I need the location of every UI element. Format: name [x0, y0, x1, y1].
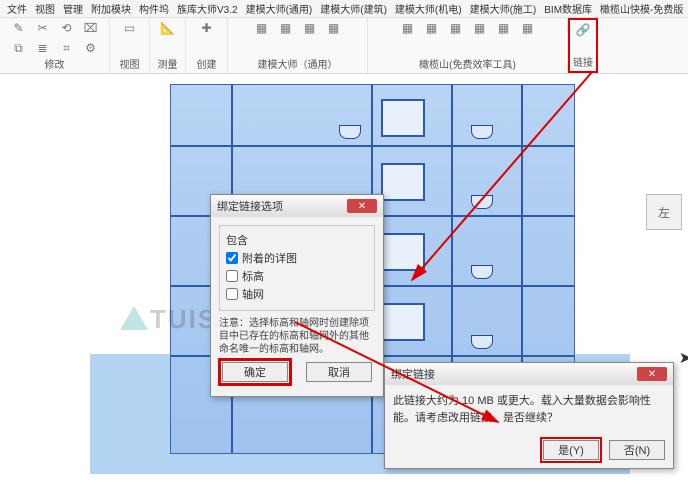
dialog-titlebar[interactable]: 绑定链接选项 ✕ — [211, 195, 383, 217]
dialog-title: 绑定链接 — [391, 366, 435, 382]
cancel-button[interactable]: 取消 — [306, 362, 372, 382]
ribbon-group-label: 创建 — [197, 56, 217, 71]
tool-icon[interactable]: ⌗ — [57, 40, 77, 56]
checkbox-input[interactable] — [226, 252, 238, 264]
checkbox-label: 附着的详图 — [242, 250, 297, 266]
menu-item[interactable]: 建模大师(机电) — [392, 1, 465, 16]
watermark-icon — [120, 306, 148, 330]
tool-icon[interactable]: ▦ — [276, 20, 296, 36]
tool-icon[interactable]: ▦ — [252, 20, 272, 36]
tool-icon[interactable]: ▦ — [446, 20, 466, 36]
menu-item[interactable]: 视图 — [32, 1, 58, 16]
tool-icon[interactable]: ▦ — [422, 20, 442, 36]
tool-icon[interactable]: ⧉ — [9, 40, 29, 56]
tool-icon[interactable]: ▦ — [470, 20, 490, 36]
yes-button[interactable]: 是(Y) — [543, 440, 599, 460]
dialog-message: 此链接大约为 10 MB 或更大。载入大量数据会影响性能。请考虑改用链接。是否继… — [393, 393, 665, 426]
menu-item[interactable]: 管理 — [60, 1, 86, 16]
ribbon: ✎✂⟲⌧⧉≣⌗⚙ 修改 ▭ 视图 📐 测量 ✚ 创建 ▦▦▦▦ 建模大师（通用）… — [0, 18, 688, 74]
ribbon-group-measure: 📐 测量 — [150, 18, 186, 73]
checkbox-input[interactable] — [226, 288, 238, 300]
ribbon-group-link[interactable]: 🔗 链接 — [568, 18, 598, 73]
ok-button[interactable]: 确定 — [222, 362, 288, 382]
tool-icon[interactable]: ✂ — [33, 20, 53, 36]
menu-item[interactable]: 构件坞 — [136, 1, 172, 16]
include-group: 包含 附着的详图 标高 轴网 — [219, 225, 375, 311]
ribbon-group-label: 建模大师（通用） — [258, 56, 338, 71]
ribbon-group-gls: ▦▦▦▦▦▦ 橄榄山(免费效率工具) — [368, 18, 568, 73]
menu-item[interactable]: 建模大师(建筑) — [317, 1, 390, 16]
tool-icon[interactable]: ▦ — [324, 20, 344, 36]
menu-item[interactable]: 建模大师(施工) — [467, 1, 540, 16]
checkbox-detail[interactable]: 附着的详图 — [226, 250, 368, 266]
group-label: 包含 — [226, 232, 368, 248]
dialog-note: 注意：选择标高和轴网时创建除项目中已存在的标高和轴网外的其他命名唯一的标高和轴网… — [219, 317, 375, 356]
view-cube[interactable]: 左 — [646, 194, 682, 230]
dialog-titlebar[interactable]: 绑定链接 ✕ — [385, 363, 673, 385]
menu-item[interactable]: 文件 — [4, 1, 30, 16]
ribbon-group-master: ▦▦▦▦ 建模大师（通用） — [228, 18, 368, 73]
checkbox-grid[interactable]: 轴网 — [226, 286, 368, 302]
tool-icon[interactable]: ⟲ — [57, 20, 77, 36]
ribbon-group-view: ▭ 视图 — [110, 18, 150, 73]
ribbon-group-label: 橄榄山(免费效率工具) — [419, 56, 516, 71]
ribbon-group-label: 链接 — [573, 54, 593, 69]
tool-icon[interactable]: ✚ — [197, 20, 217, 36]
menu-bar: 文件 视图 管理 附加模块 构件坞 族库大师V3.2 建模大师(通用) 建模大师… — [0, 0, 688, 18]
bind-link-confirm-dialog: 绑定链接 ✕ 此链接大约为 10 MB 或更大。载入大量数据会影响性能。请考虑改… — [384, 362, 674, 469]
tool-icon[interactable]: ▦ — [300, 20, 320, 36]
ribbon-group-label: 视图 — [120, 56, 140, 71]
close-icon[interactable]: ✕ — [347, 199, 377, 213]
tool-icon[interactable]: ▦ — [398, 20, 418, 36]
checkbox-label: 轴网 — [242, 286, 264, 302]
checkbox-input[interactable] — [226, 270, 238, 282]
dialog-title: 绑定链接选项 — [217, 198, 283, 214]
ribbon-group-label: 测量 — [158, 56, 178, 71]
link-icon[interactable]: 🔗 — [573, 22, 593, 38]
bind-link-options-dialog: 绑定链接选项 ✕ 包含 附着的详图 标高 轴网 注意：选择标高和轴网时创建除项目… — [210, 194, 384, 397]
checkbox-label: 标高 — [242, 268, 264, 284]
tool-icon[interactable]: ⌧ — [81, 20, 101, 36]
menu-item[interactable]: 橄榄山快模-免费版 — [597, 1, 686, 16]
cursor-icon: ➤ — [679, 348, 688, 368]
tool-icon[interactable]: ▭ — [120, 20, 140, 36]
tool-icon[interactable]: ▦ — [494, 20, 514, 36]
tool-icon[interactable]: ≣ — [33, 40, 53, 56]
tool-icon[interactable]: 📐 — [158, 20, 178, 36]
menu-item[interactable]: 附加模块 — [88, 1, 134, 16]
no-button[interactable]: 否(N) — [609, 440, 665, 460]
tool-icon[interactable]: ✎ — [9, 20, 29, 36]
ribbon-group-label: 修改 — [45, 56, 65, 71]
menu-item[interactable]: 建模大师(通用) — [243, 1, 316, 16]
menu-item[interactable]: BIM数据库 — [541, 1, 595, 16]
tool-icon[interactable]: ▦ — [518, 20, 538, 36]
tool-icon[interactable]: ⚙ — [81, 40, 101, 56]
checkbox-level[interactable]: 标高 — [226, 268, 368, 284]
ribbon-group-modify: ✎✂⟲⌧ ⧉≣⌗⚙ 修改 — [0, 18, 110, 73]
ribbon-group-create: ✚ 创建 — [186, 18, 228, 73]
menu-item[interactable]: 族库大师V3.2 — [174, 1, 241, 16]
close-icon[interactable]: ✕ — [637, 367, 667, 381]
